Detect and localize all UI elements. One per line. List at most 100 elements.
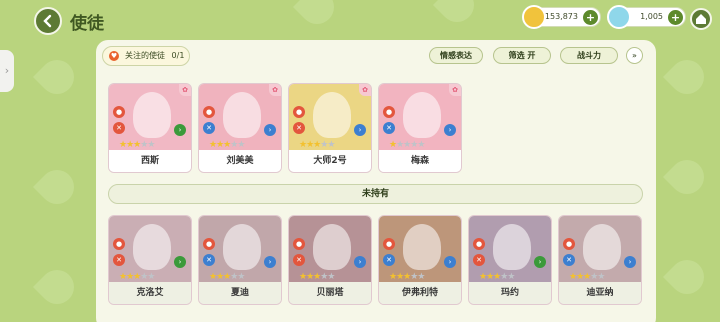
star-rating: ★★★★★ — [209, 272, 245, 282]
apostle-name: 伊弗利特 — [379, 282, 461, 304]
star-rating: ★★★★★ — [299, 140, 335, 150]
home-icon — [696, 14, 706, 24]
apostle-name: 梅森 — [379, 150, 461, 172]
position-arrow-icon: › — [444, 256, 456, 268]
star-empty-icon: ★ — [237, 140, 245, 150]
background-leaf — [32, 162, 82, 212]
element-icon: ● — [383, 106, 395, 118]
apostle-card[interactable]: ● ✕ › ✿ ★★★★★ 西斯 — [108, 83, 192, 173]
position-arrow-icon: › — [354, 124, 366, 136]
position-arrow-icon: › — [534, 256, 546, 268]
class-icon: ✕ — [293, 254, 305, 266]
position-arrow-icon: › — [174, 256, 186, 268]
apostle-card[interactable]: ● ✕ › ★★★★★ 伊弗利特 — [378, 215, 462, 305]
gem-counter: 1,005 + — [607, 5, 686, 29]
apostle-name: 玛约 — [469, 282, 551, 304]
apostle-portrait-figure — [133, 92, 171, 138]
emotion-button[interactable]: 情感表达 — [429, 47, 483, 64]
apostle-name: 迪亚纳 — [559, 282, 641, 304]
apostle-portrait-figure — [493, 224, 531, 270]
element-icon: ● — [113, 238, 125, 250]
class-icon: ✕ — [473, 254, 485, 266]
apostle-card[interactable]: ● ✕ › ★★★★★ 夏迪 — [198, 215, 282, 305]
star-rating: ★★★★★ — [299, 272, 335, 282]
star-empty-icon: ★ — [237, 272, 245, 282]
gem-amount: 1,005 — [640, 12, 663, 21]
favorite-flower-icon[interactable]: ✿ — [179, 84, 191, 96]
element-icon: ● — [383, 238, 395, 250]
class-icon: ✕ — [383, 254, 395, 266]
apostle-name: 西斯 — [109, 150, 191, 172]
apostle-portrait-figure — [313, 224, 351, 270]
background-leaf — [662, 52, 712, 102]
background-leaf — [32, 262, 82, 312]
add-gems-button[interactable]: + — [668, 10, 683, 25]
position-arrow-icon: › — [444, 124, 456, 136]
favorite-flower-icon[interactable]: ✿ — [449, 84, 461, 96]
apostle-portrait-figure — [583, 224, 621, 270]
apostle-card[interactable]: ● ✕ › ★★★★★ 克洛艾 — [108, 215, 192, 305]
favorite-flower-icon[interactable]: ✿ — [269, 84, 281, 96]
class-icon: ✕ — [293, 122, 305, 134]
element-icon: ● — [293, 106, 305, 118]
class-icon: ✕ — [113, 254, 125, 266]
star-rating: ★★★★★ — [389, 140, 425, 150]
class-icon: ✕ — [113, 122, 125, 134]
back-button[interactable] — [34, 7, 62, 35]
expand-toggle-button[interactable]: » — [626, 47, 643, 64]
class-icon: ✕ — [383, 122, 395, 134]
apostle-card[interactable]: ● ✕ › ✿ ★★★★★ 梅森 — [378, 83, 462, 173]
apostle-card[interactable]: ● ✕ › ★★★★★ 贝丽塔 — [288, 215, 372, 305]
element-icon: ● — [203, 106, 215, 118]
background-leaf — [662, 152, 712, 202]
apostle-name: 刘美美 — [199, 150, 281, 172]
sort-power-button[interactable]: 战斗力 — [560, 47, 618, 64]
apostle-card[interactable]: ● ✕ › ✿ ★★★★★ 大师2号 — [288, 83, 372, 173]
position-arrow-icon: › — [624, 256, 636, 268]
apostle-card[interactable]: ● ✕ › ★★★★★ 迪亚纳 — [558, 215, 642, 305]
class-icon: ✕ — [563, 254, 575, 266]
background-leaf — [292, 0, 342, 32]
apostle-portrait-figure — [313, 92, 351, 138]
back-arrow-icon — [43, 14, 52, 28]
apostle-portrait-figure — [403, 224, 441, 270]
position-arrow-icon: › — [174, 124, 186, 136]
heart-icon: ♥ — [109, 51, 119, 61]
add-coins-button[interactable]: + — [583, 10, 598, 25]
apostle-portrait-figure — [223, 224, 261, 270]
filter-button[interactable]: 筛选 开 — [493, 47, 551, 64]
page-title: 使徒 — [70, 14, 104, 34]
apostle-card[interactable]: ● ✕ › ✿ ★★★★★ 刘美美 — [198, 83, 282, 173]
background-leaf — [662, 252, 712, 302]
favorite-flower-icon[interactable]: ✿ — [359, 84, 371, 96]
star-empty-icon: ★ — [417, 140, 425, 150]
position-arrow-icon: › — [264, 256, 276, 268]
star-empty-icon: ★ — [327, 140, 335, 150]
coin-icon — [522, 5, 546, 29]
coin-counter: 153,873 + — [522, 5, 601, 29]
star-empty-icon: ★ — [147, 140, 155, 150]
followed-count: 0/1 — [171, 51, 185, 60]
followed-apostles-tag[interactable]: ♥ 关注的使徒 0/1 — [102, 46, 190, 66]
apostle-portrait-figure — [133, 224, 171, 270]
star-rating: ★★★★★ — [209, 140, 245, 150]
apostle-card[interactable]: ● ✕ › ★★★★★ 玛约 — [468, 215, 552, 305]
side-drawer-handle[interactable]: › — [0, 50, 14, 92]
element-icon: ● — [473, 238, 485, 250]
element-icon: ● — [113, 106, 125, 118]
star-empty-icon: ★ — [417, 272, 425, 282]
apostle-portrait-figure — [223, 92, 261, 138]
coin-amount: 153,873 — [544, 12, 578, 21]
background-leaf — [432, 0, 482, 30]
home-button[interactable] — [690, 8, 712, 30]
star-rating: ★★★★★ — [119, 140, 155, 150]
class-icon: ✕ — [203, 122, 215, 134]
unowned-section-header[interactable]: 未持有 — [108, 184, 643, 204]
star-rating: ★★★★★ — [569, 272, 605, 282]
star-empty-icon: ★ — [597, 272, 605, 282]
apostle-name: 大师2号 — [289, 150, 371, 172]
star-empty-icon: ★ — [507, 272, 515, 282]
element-icon: ● — [203, 238, 215, 250]
apostle-name: 夏迪 — [199, 282, 281, 304]
position-arrow-icon: › — [354, 256, 366, 268]
